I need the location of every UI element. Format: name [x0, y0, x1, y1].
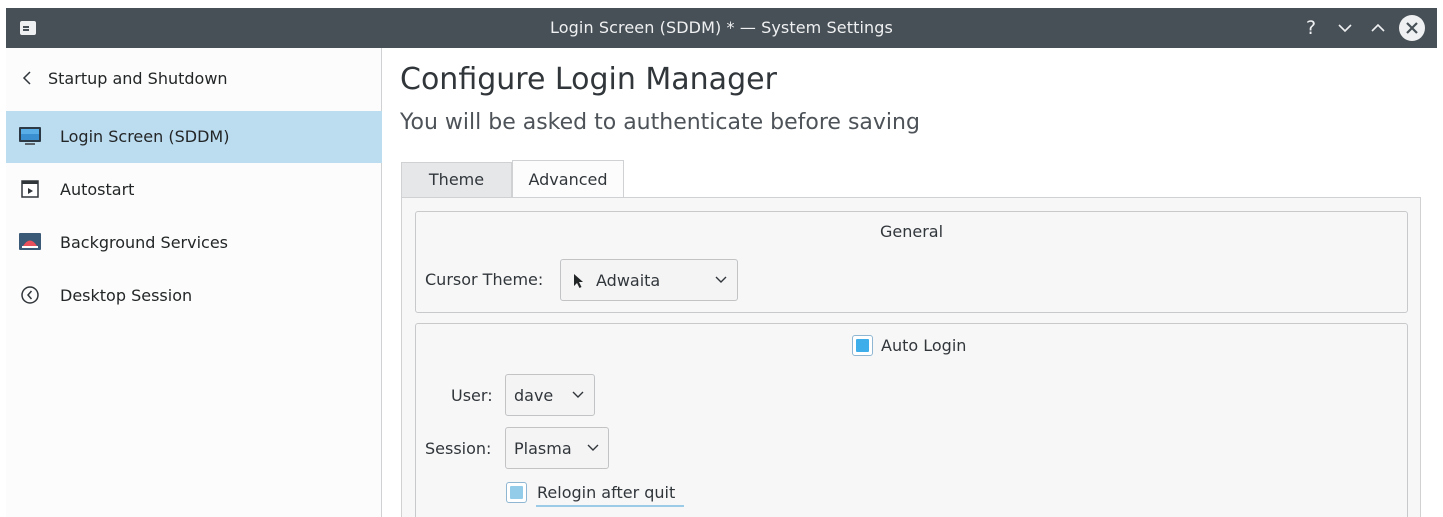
relogin-checkbox[interactable]: [506, 482, 527, 503]
window-title: Login Screen (SDDM) * — System Settings: [550, 18, 893, 37]
sidebar-item-login-screen[interactable]: Login Screen (SDDM): [6, 111, 382, 163]
tab-theme[interactable]: Theme: [401, 162, 512, 198]
close-icon: [1406, 22, 1418, 34]
sidebar-item-desktop-session[interactable]: Desktop Session: [6, 270, 382, 322]
auto-login-checkbox[interactable]: [852, 335, 873, 356]
window-titlebar[interactable]: Login Screen (SDDM) * — System Settings …: [6, 8, 1437, 48]
user-value: dave: [514, 386, 554, 405]
cursor-theme-label: Cursor Theme:: [425, 270, 544, 289]
cursor-theme-value: Adwaita: [596, 271, 661, 290]
sidebar-item-label: Background Services: [60, 233, 229, 252]
page-subtitle: You will be asked to authenticate before…: [400, 110, 920, 135]
chevron-down-icon: [572, 391, 584, 398]
page-title: Configure Login Manager: [400, 62, 777, 97]
background-services-icon: [19, 233, 41, 250]
sidebar: Startup and Shutdown Login Screen (SDDM)…: [6, 48, 382, 517]
auto-login-group: Auto Login User: dave Session: Plasma Re…: [415, 323, 1408, 517]
cursor-theme-select[interactable]: Adwaita: [560, 259, 738, 301]
desktop-session-icon: [21, 286, 39, 304]
cursor-arrow-icon: [574, 274, 583, 288]
sidebar-item-label: Login Screen (SDDM): [60, 127, 230, 146]
general-group: General Cursor Theme: Adwaita: [415, 211, 1408, 313]
chevron-up-icon: [1371, 23, 1385, 32]
session-label: Session:: [425, 439, 492, 458]
chevron-down-icon: [587, 444, 599, 451]
autostart-icon: [21, 180, 39, 198]
sidebar-item-autostart[interactable]: Autostart: [6, 164, 382, 216]
advanced-tab-panel: General Cursor Theme: Adwaita Auto Login…: [401, 197, 1421, 517]
chevron-down-icon: [715, 276, 727, 283]
session-value: Plasma: [514, 439, 572, 458]
user-select[interactable]: dave: [505, 374, 595, 416]
relogin-label[interactable]: Relogin after quit: [537, 483, 675, 502]
back-label: Startup and Shutdown: [48, 69, 228, 88]
session-select[interactable]: Plasma: [505, 427, 609, 469]
maximize-button[interactable]: [1366, 14, 1390, 42]
sidebar-item-background-services[interactable]: Background Services: [6, 217, 382, 269]
minimize-button[interactable]: [1333, 14, 1357, 42]
tab-advanced[interactable]: Advanced: [512, 160, 624, 198]
sidebar-item-label: Desktop Session: [60, 286, 193, 305]
chevron-left-icon: [22, 71, 31, 85]
focus-indicator: [536, 505, 684, 507]
close-button[interactable]: [1399, 15, 1425, 41]
sidebar-item-label: Autostart: [60, 180, 135, 199]
help-button[interactable]: ?: [1299, 14, 1323, 42]
general-group-title: General: [879, 222, 944, 241]
auto-login-label[interactable]: Auto Login: [881, 336, 966, 355]
user-label: User:: [451, 386, 493, 405]
chevron-down-icon: [1338, 24, 1352, 33]
back-button[interactable]: Startup and Shutdown: [6, 48, 382, 110]
monitor-icon: [19, 127, 41, 145]
